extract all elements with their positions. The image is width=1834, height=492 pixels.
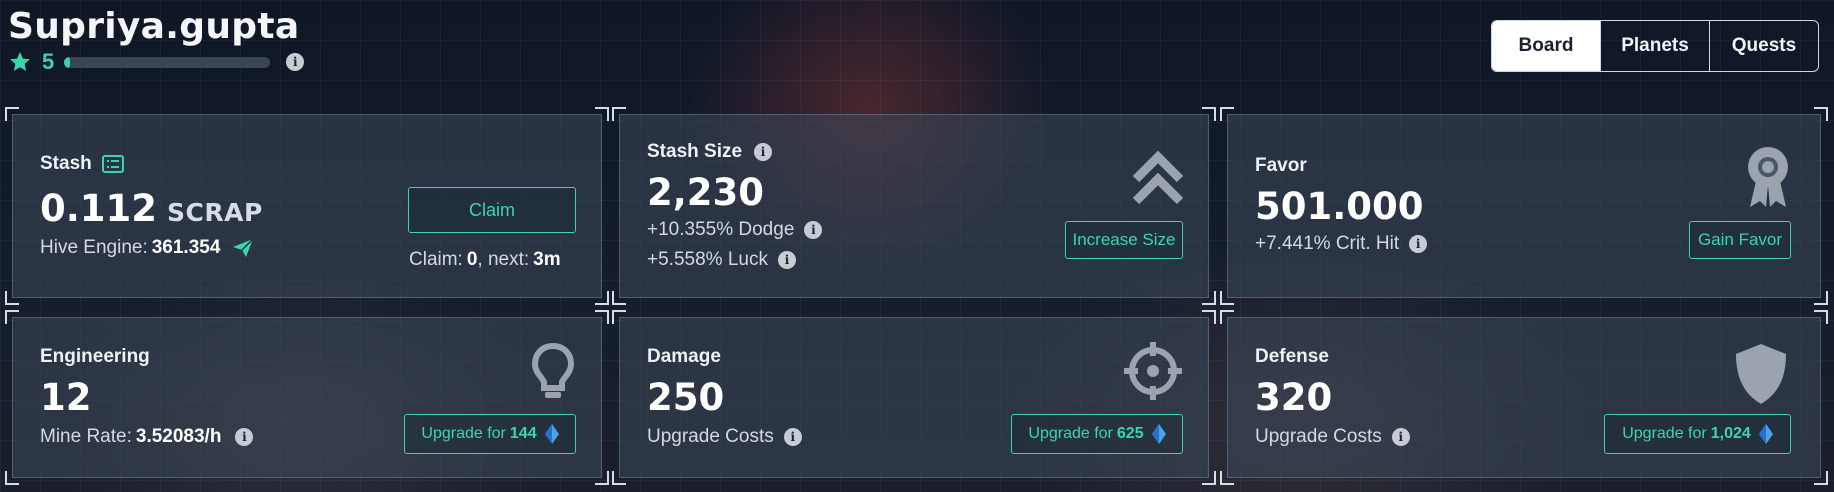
upgrade-cost: 625 xyxy=(1116,425,1144,442)
hive-engine-label: Hive Engine: xyxy=(40,237,148,258)
mine-rate-value: 3.52083/h xyxy=(135,426,222,447)
stash-card: Stash 0.112 SCRAP Hive Engine: 361.354 Cl… xyxy=(5,107,609,305)
upgrade-label: Upgrade for xyxy=(1622,425,1707,442)
double-chevron-up-icon xyxy=(1132,151,1184,205)
crit-value: +7.441% xyxy=(1255,233,1331,254)
tab-board[interactable]: Board xyxy=(1492,21,1600,71)
crit-row: +7.441% Crit. Hit i xyxy=(1255,233,1428,255)
claim-button[interactable]: Claim xyxy=(408,187,576,233)
luck-label: Luck xyxy=(727,249,768,270)
stash-value-row: 0.112 SCRAP xyxy=(40,187,263,230)
engineering-label: Engineering xyxy=(40,346,150,367)
username: Supriya.gupta xyxy=(8,6,300,47)
upgrade-costs-label: Upgrade Costs xyxy=(647,426,774,447)
damage-value: 250 xyxy=(647,376,725,419)
send-icon[interactable] xyxy=(232,238,254,258)
hive-engine-value: 361.354 xyxy=(151,237,221,258)
info-icon[interactable]: i xyxy=(1391,428,1410,446)
defense-card: Defense 320 Upgrade Costs i Upgrade for … xyxy=(1220,310,1828,485)
defense-label: Defense xyxy=(1255,346,1329,367)
info-icon[interactable]: i xyxy=(1409,235,1428,253)
increase-size-button[interactable]: Increase Size xyxy=(1065,221,1183,259)
upgrade-engineering-button[interactable]: Upgrade for 144 xyxy=(404,414,576,454)
gain-favor-button[interactable]: Gain Favor xyxy=(1689,221,1791,259)
xp-progress-bar xyxy=(64,56,271,68)
upgrade-label: Upgrade for xyxy=(1028,425,1113,442)
info-icon[interactable]: i xyxy=(804,221,823,239)
next-value: 3m xyxy=(533,249,561,270)
dodge-row: +10.355% Dodge i xyxy=(647,219,823,241)
next-label: , next: xyxy=(477,249,530,270)
lightbulb-icon xyxy=(531,342,575,398)
mine-rate-row: Mine Rate: 3.52083/h i xyxy=(40,426,254,448)
defense-value: 320 xyxy=(1255,376,1333,419)
dodge-value: +10.355% xyxy=(647,219,734,240)
stash-label: Stash xyxy=(40,153,92,174)
damage-label: Damage xyxy=(647,346,721,367)
upgrade-cost: 144 xyxy=(509,425,537,442)
info-icon[interactable]: i xyxy=(754,143,773,161)
engineering-value: 12 xyxy=(40,376,92,419)
star-icon xyxy=(10,52,30,71)
defense-upgrade-costs-row: Upgrade Costs i xyxy=(1255,426,1410,448)
mine-rate-label: Mine Rate: xyxy=(40,426,132,447)
award-badge-icon xyxy=(1748,147,1788,207)
stash-size-card: Stash Size i 2,230 +10.355% Dodge i +5.5… xyxy=(612,107,1216,305)
crystal-icon xyxy=(1758,424,1773,444)
info-icon[interactable]: i xyxy=(777,251,796,269)
upgrade-costs-label: Upgrade Costs xyxy=(1255,426,1382,447)
dodge-label: Dodge xyxy=(738,219,795,240)
damage-upgrade-costs-row: Upgrade Costs i xyxy=(647,426,802,448)
upgrade-defense-button[interactable]: Upgrade for 1,024 xyxy=(1604,414,1791,454)
upgrade-cost: 1,024 xyxy=(1710,425,1751,442)
engineering-card: Engineering 12 Mine Rate: 3.52083/h i Up… xyxy=(5,310,609,485)
crit-label: Crit. Hit xyxy=(1335,233,1400,254)
crosshair-icon xyxy=(1124,342,1182,400)
info-icon[interactable]: i xyxy=(235,428,254,446)
upgrade-damage-button[interactable]: Upgrade for 625 xyxy=(1011,414,1183,454)
list-icon xyxy=(101,155,124,173)
upgrade-label: Upgrade for xyxy=(421,425,506,442)
level-number: 5 xyxy=(42,49,55,74)
favor-value: 501.000 xyxy=(1255,185,1424,228)
stash-size-value: 2,230 xyxy=(647,171,765,214)
stash-value: 0.112 xyxy=(40,187,158,230)
level-row: 5 i xyxy=(8,49,305,75)
luck-value: +5.558% xyxy=(647,249,723,270)
stash-title: Stash xyxy=(40,153,124,175)
stash-size-title: Stash Size i xyxy=(647,141,773,163)
damage-card: Damage 250 Upgrade Costs i Upgrade for 6… xyxy=(612,310,1216,485)
luck-row: +5.558% Luck i xyxy=(647,249,796,271)
favor-label: Favor xyxy=(1255,155,1307,176)
stash-size-label: Stash Size xyxy=(647,141,743,162)
crystal-icon xyxy=(544,424,559,444)
tab-planets[interactable]: Planets xyxy=(1600,21,1709,71)
claim-value: 0 xyxy=(466,249,478,270)
shield-icon xyxy=(1736,344,1786,404)
info-icon[interactable]: i xyxy=(783,428,802,446)
xp-progress-fill xyxy=(64,56,71,68)
tab-quests[interactable]: Quests xyxy=(1709,21,1818,71)
info-icon[interactable]: i xyxy=(286,53,305,71)
favor-card: Favor 501.000 +7.441% Crit. Hit i Gain F… xyxy=(1220,107,1828,305)
stash-unit: SCRAP xyxy=(167,198,263,227)
hive-engine-row: Hive Engine: 361.354 xyxy=(40,237,254,259)
claim-label: Claim: xyxy=(409,249,463,270)
claim-status: Claim: 0 , next: 3m xyxy=(409,249,565,271)
profile-header: Supriya.gupta 5 i xyxy=(8,6,305,75)
crystal-icon xyxy=(1151,424,1166,444)
view-tabs: Board Planets Quests xyxy=(1491,20,1819,72)
